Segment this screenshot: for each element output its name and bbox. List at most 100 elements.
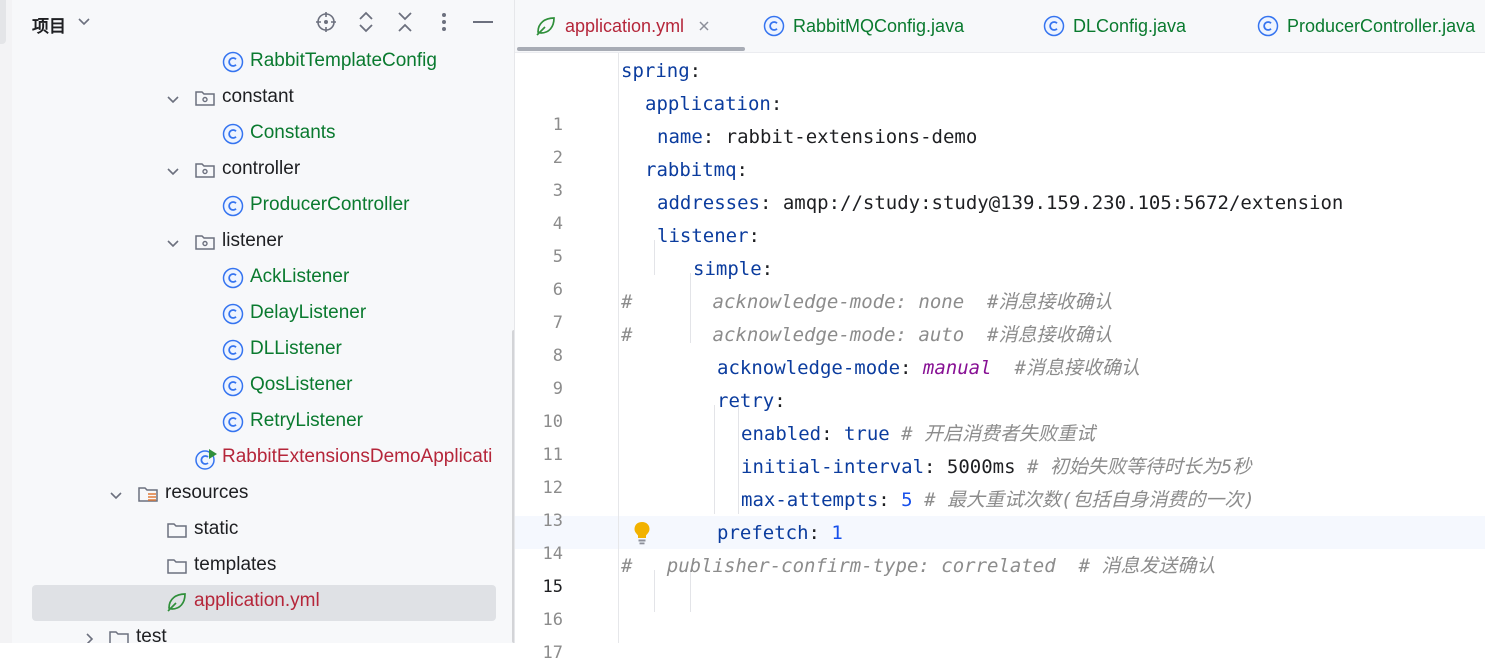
- tree-item-rabbittemplateconfig[interactable]: RabbitTemplateConfig: [12, 46, 498, 78]
- collapse-all-icon[interactable]: [393, 10, 417, 34]
- code-token: :: [821, 423, 844, 445]
- tab-producercontroller[interactable]: ProducerController.java: [1257, 0, 1475, 52]
- tree-item-label: resources: [165, 482, 249, 503]
- tool-strip-marker: [0, 0, 6, 44]
- tree-item-templates[interactable]: templates: [12, 550, 498, 582]
- tree-item-label: ProducerController: [250, 194, 410, 215]
- expand-all-icon[interactable]: [354, 10, 378, 34]
- tree-item-label: AckListener: [250, 266, 350, 287]
- line-number: 1: [552, 115, 563, 135]
- code-comment: # acknowledge-mode: auto #消息接收确认: [621, 324, 1113, 346]
- tree-item-label: Constants: [250, 122, 336, 143]
- class-icon: [222, 375, 244, 397]
- yaml-key: acknowledge-mode: [717, 357, 901, 379]
- crosshair-icon[interactable]: [314, 10, 338, 34]
- line-number: 15: [542, 577, 563, 597]
- class-icon: [222, 195, 244, 217]
- tree-item-label: QosListener: [250, 374, 353, 395]
- tree-item-producercontroller[interactable]: ProducerController: [12, 190, 498, 222]
- yaml-key: prefetch: [717, 522, 809, 544]
- code-line[interactable]: # publisher-confirm-type: correlated # 消…: [621, 550, 1215, 583]
- code-token: :: [878, 489, 902, 511]
- code-line[interactable]: initial-interval: 5000ms # 初始失败等待时长为5秒: [741, 451, 1251, 484]
- project-panel: 项目 RabbitTemplateConfig constant Constants…: [12, 0, 514, 643]
- tree-item-acklistener[interactable]: AckListener: [12, 262, 498, 294]
- tree-item-delaylistener[interactable]: DelayListener: [12, 298, 498, 330]
- resources-folder-icon: [137, 483, 159, 505]
- tree-item-resources[interactable]: resources: [12, 478, 498, 510]
- chevron-down-icon[interactable]: [109, 486, 123, 508]
- editor-area: application.yml RabbitMQConfig.java DLCo…: [515, 0, 1485, 663]
- chevron-down-icon[interactable]: [77, 14, 91, 33]
- code-line[interactable]: prefetch: 1: [717, 517, 843, 550]
- project-panel-header: 项目: [12, 0, 514, 46]
- line-number: 5: [552, 247, 563, 267]
- chevron-right-icon[interactable]: [82, 630, 96, 643]
- package-icon: [194, 231, 216, 253]
- tab-label: RabbitMQConfig.java: [793, 15, 965, 36]
- tree-item-label: static: [194, 518, 239, 539]
- code-line[interactable]: enabled: true # 开启消费者失败重试: [741, 418, 1095, 451]
- tree-item-controller[interactable]: controller: [12, 154, 498, 186]
- tree-item-constant[interactable]: constant: [12, 82, 498, 114]
- minimize-icon[interactable]: [471, 10, 495, 34]
- tree-item-label: DelayListener: [250, 302, 367, 323]
- tab-application-yml[interactable]: application.yml: [535, 0, 710, 52]
- code-token: :: [924, 456, 947, 478]
- chevron-down-icon[interactable]: [166, 234, 180, 256]
- code-line[interactable]: retry:: [717, 385, 786, 418]
- lightbulb-icon[interactable]: [633, 521, 651, 550]
- code-token: 5: [901, 489, 913, 511]
- tree-item-listener[interactable]: listener: [12, 226, 498, 258]
- code-token: :: [808, 522, 832, 544]
- tab-dlconfig[interactable]: DLConfig.java: [1043, 0, 1186, 52]
- code-line[interactable]: # acknowledge-mode: auto #消息接收确认: [621, 319, 1113, 352]
- tab-rabbitmqconfig[interactable]: RabbitMQConfig.java: [763, 0, 964, 52]
- tree-item-rabbitextensionsdemoapplicati[interactable]: RabbitExtensionsDemoApplicati: [12, 442, 498, 474]
- class-icon: [222, 51, 244, 73]
- more-options-icon[interactable]: [432, 10, 456, 34]
- tree-item-test[interactable]: test: [12, 622, 498, 643]
- spring-application-icon: [194, 447, 217, 470]
- code-line[interactable]: addresses: amqp://study:study@139.159.23…: [657, 187, 1343, 220]
- code-line[interactable]: max-attempts: 5 # 最大重试次数(包括自身消费的一次): [741, 484, 1255, 517]
- code-comment: # 开启消费者失败重试: [889, 423, 1096, 445]
- tab-label: application.yml: [565, 15, 685, 36]
- code-token: manual: [922, 357, 992, 379]
- spring-yml-icon: [166, 591, 188, 613]
- indent-guide: [738, 405, 739, 514]
- tree-item-retrylistener[interactable]: RetryListener: [12, 406, 498, 438]
- yaml-key: rabbitmq: [645, 159, 737, 181]
- project-panel-title[interactable]: 项目: [32, 12, 66, 37]
- tree-item-static[interactable]: static: [12, 514, 498, 546]
- spring-yml-icon: [535, 15, 557, 37]
- code-line[interactable]: simple:: [693, 253, 773, 286]
- code-line[interactable]: acknowledge-mode: manual #消息接收确认: [717, 352, 1140, 385]
- tree-item-dllistener[interactable]: DLListener: [12, 334, 498, 366]
- code-comment: # 最大重试次数(包括自身消费的一次): [912, 489, 1255, 511]
- line-number: 10: [542, 412, 563, 432]
- code-line[interactable]: spring:: [621, 55, 701, 88]
- class-icon: [1257, 15, 1279, 37]
- tree-item-application-yml[interactable]: application.yml: [12, 586, 498, 618]
- code-line[interactable]: # acknowledge-mode: none #消息接收确认: [621, 286, 1113, 319]
- code-line[interactable]: name: rabbit-extensions-demo: [657, 121, 977, 154]
- yaml-key: addresses: [657, 192, 760, 214]
- yaml-key: listener: [657, 225, 749, 247]
- package-icon: [194, 87, 216, 109]
- line-number: 8: [552, 346, 563, 366]
- code-line[interactable]: rabbitmq:: [645, 154, 748, 187]
- close-icon[interactable]: [698, 16, 710, 37]
- chevron-down-icon[interactable]: [166, 162, 180, 184]
- tree-item-label: RetryListener: [250, 410, 363, 431]
- code-line[interactable]: listener:: [657, 220, 760, 253]
- tree-item-label: test: [136, 626, 167, 643]
- code-token: rabbit-extensions-demo: [725, 126, 978, 148]
- chevron-down-icon[interactable]: [166, 90, 180, 112]
- class-icon: [222, 303, 244, 325]
- code-token: :: [761, 258, 774, 280]
- tree-item-constants[interactable]: Constants: [12, 118, 498, 150]
- code-line[interactable]: application:: [645, 88, 782, 121]
- code-token: :: [770, 93, 783, 115]
- tree-item-qoslistener[interactable]: QosListener: [12, 370, 498, 402]
